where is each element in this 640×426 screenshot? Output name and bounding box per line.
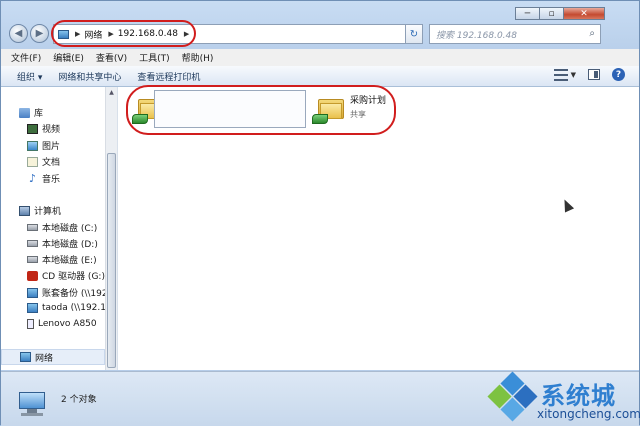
phone-icon [27, 319, 34, 329]
content-right-area [605, 87, 639, 370]
music-icon: ♪ [28, 171, 37, 185]
network-icon [20, 352, 31, 362]
back-button[interactable]: ◀ [9, 24, 28, 43]
hard-disk-icon [27, 224, 38, 231]
highlight-oval-shares [126, 85, 396, 135]
sidebar-item-label: 账套备份 (\\192. [42, 289, 111, 299]
sidebar-scroll-thumb[interactable] [107, 153, 116, 368]
change-view-button[interactable]: ▼ [553, 68, 576, 81]
network-drive-icon [27, 287, 38, 298]
chevron-down-icon: ▼ [570, 70, 576, 79]
sidebar-item-label: 音乐 [42, 175, 61, 185]
explorer-window: ─ ▫ ✕ ◀ ▶ ▶ 网络 ▶ 192.168.0.48 ▶ ▼ ↻ 搜索 1… [0, 0, 640, 426]
sidebar-item-label: CD 驱动器 (G:) L [42, 272, 113, 282]
organize-button[interactable]: 组织 ▾ [17, 70, 42, 83]
sidebar-scrollbar[interactable]: ▲ [105, 87, 117, 370]
scroll-up-icon[interactable]: ▲ [107, 88, 116, 97]
sidebar-item-label: 文档 [42, 158, 61, 168]
sidebar-item-label: 本地磁盘 (E:) [42, 256, 97, 266]
library-icon [19, 107, 30, 118]
picture-icon [27, 140, 38, 151]
sidebar-item-network-drive-backup[interactable]: 账套备份 (\\192. [27, 286, 110, 299]
sidebar-item-label: 图片 [42, 142, 61, 152]
refresh-icon: ↻ [409, 28, 419, 40]
sidebar-item-label: 本地磁盘 (D:) [42, 240, 98, 250]
hard-disk-icon [27, 240, 38, 247]
sidebar-item-label: Lenovo A850 [38, 319, 97, 329]
computer-icon [17, 392, 47, 416]
search-input[interactable]: 搜索 192.168.0.48 ⌕ [429, 24, 601, 44]
sidebar-item-pictures[interactable]: 图片 [27, 139, 60, 152]
sidebar-item-videos[interactable]: 视频 [27, 122, 60, 135]
maximize-button[interactable]: ▫ [539, 7, 564, 20]
sidebar-item-label: 库 [34, 109, 44, 119]
watermark-url: xitongcheng.com [537, 407, 640, 421]
sidebar-item-drive-e[interactable]: 本地磁盘 (E:) [27, 253, 97, 266]
sidebar-item-label: 视频 [42, 125, 61, 135]
computer-icon [19, 205, 30, 216]
sidebar-item-network[interactable]: 网络 [1, 349, 105, 365]
preview-pane-icon[interactable] [588, 69, 600, 80]
network-drive-icon [27, 303, 38, 313]
video-icon [27, 123, 38, 134]
highlight-oval-address [51, 20, 196, 47]
hard-disk-icon [27, 256, 38, 263]
sidebar-item-label: 计算机 [34, 207, 62, 217]
navigation-pane: 库 视频 图片 文档 ♪ 音乐 计算机 本地磁盘 (C:) 本地磁盘 (D:) [1, 87, 118, 370]
sidebar-item-cd-drive[interactable]: CD 驱动器 (G:) L [27, 269, 113, 282]
sidebar-item-drive-c[interactable]: 本地磁盘 (C:) [27, 221, 97, 234]
close-button[interactable]: ✕ [563, 7, 605, 20]
watermark-title: 系统城 [541, 382, 616, 410]
site-watermark: 系统城 xitongcheng.com [487, 371, 640, 426]
menu-help[interactable]: 帮助(H) [182, 51, 214, 64]
sidebar-item-phone[interactable]: Lenovo A850 [27, 319, 97, 329]
view-remote-printers-button[interactable]: 查看远程打印机 [137, 70, 200, 83]
menu-file[interactable]: 文件(F) [11, 51, 41, 64]
menu-edit[interactable]: 编辑(E) [53, 51, 84, 64]
menu-view[interactable]: 查看(V) [96, 51, 127, 64]
refresh-button[interactable]: ↻ [405, 24, 423, 44]
minimize-button[interactable]: ─ [515, 7, 540, 20]
help-icon[interactable]: ? [612, 68, 625, 81]
sidebar-item-computer[interactable]: 计算机 [19, 204, 61, 217]
view-options-icon [553, 68, 568, 81]
sidebar-item-drive-d[interactable]: 本地磁盘 (D:) [27, 237, 98, 250]
sidebar-item-libraries[interactable]: 库 [19, 106, 43, 119]
forward-button[interactable]: ▶ [30, 24, 49, 43]
item-count: 2 个对象 [61, 395, 97, 405]
watermark-logo-icon [487, 371, 538, 422]
sidebar-item-label: 本地磁盘 (C:) [42, 224, 98, 234]
menu-bar: 文件(F) 编辑(E) 查看(V) 工具(T) 帮助(H) [1, 49, 639, 67]
network-sharing-center-button[interactable]: 网络和共享中心 [58, 70, 121, 83]
menu-tools[interactable]: 工具(T) [139, 51, 170, 64]
caption-buttons: ─ ▫ ✕ [515, 7, 605, 20]
toolbar-right-group: ▼ ? [553, 68, 625, 81]
sidebar-item-label: 网络 [35, 353, 54, 364]
sidebar-item-network-drive-taoda[interactable]: taoda (\\192.16 [27, 303, 112, 313]
title-bar: ─ ▫ ✕ [1, 1, 639, 21]
sidebar-item-documents[interactable]: 文档 [27, 155, 60, 168]
search-placeholder: 搜索 192.168.0.48 [436, 30, 517, 41]
command-bar: 组织 ▾ 网络和共享中心 查看远程打印机 ▼ ? [1, 66, 639, 87]
search-icon[interactable]: ⌕ [589, 28, 595, 39]
sidebar-item-music[interactable]: ♪ 音乐 [27, 171, 61, 186]
cd-drive-icon [27, 270, 38, 281]
document-icon [27, 156, 38, 167]
sidebar-item-label: taoda (\\192.16 [42, 303, 112, 313]
